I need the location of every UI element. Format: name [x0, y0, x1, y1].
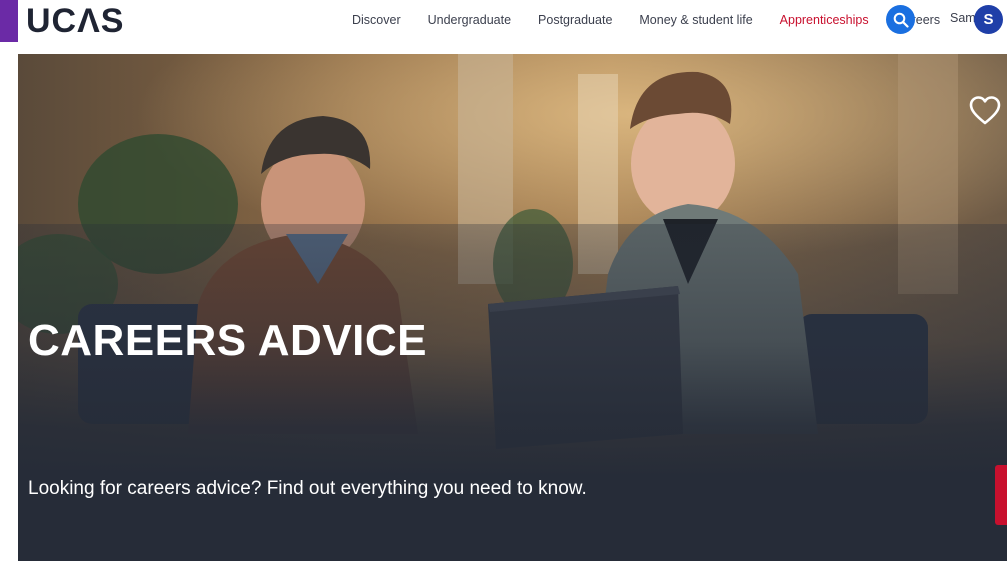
top-navigation-bar: UCΛS Discover Undergraduate Postgraduate…	[0, 0, 1007, 54]
main-nav: Discover Undergraduate Postgraduate Mone…	[352, 0, 967, 40]
avatar[interactable]: S	[974, 5, 1003, 34]
hero-overlay	[18, 224, 1007, 561]
heart-icon[interactable]	[968, 94, 1002, 128]
search-button[interactable]	[886, 5, 915, 34]
hero-banner: CAREERS ADVICE Looking for careers advic…	[18, 54, 1007, 561]
nav-item-postgraduate[interactable]: Postgraduate	[538, 13, 612, 27]
feedback-tab[interactable]	[995, 465, 1007, 525]
search-icon	[893, 12, 909, 28]
page-title: CAREERS ADVICE	[28, 316, 427, 365]
user-name[interactable]: Sam	[950, 11, 976, 25]
nav-item-discover[interactable]: Discover	[352, 13, 401, 27]
nav-item-undergraduate[interactable]: Undergraduate	[428, 13, 511, 27]
page-subtitle: Looking for careers advice? Find out eve…	[28, 478, 587, 499]
brand-accent-tab	[0, 0, 18, 42]
ucas-logo[interactable]: UCΛS	[26, 1, 124, 41]
nav-item-money-student-life[interactable]: Money & student life	[639, 13, 752, 27]
nav-item-apprenticeships[interactable]: Apprenticeships	[780, 13, 869, 27]
